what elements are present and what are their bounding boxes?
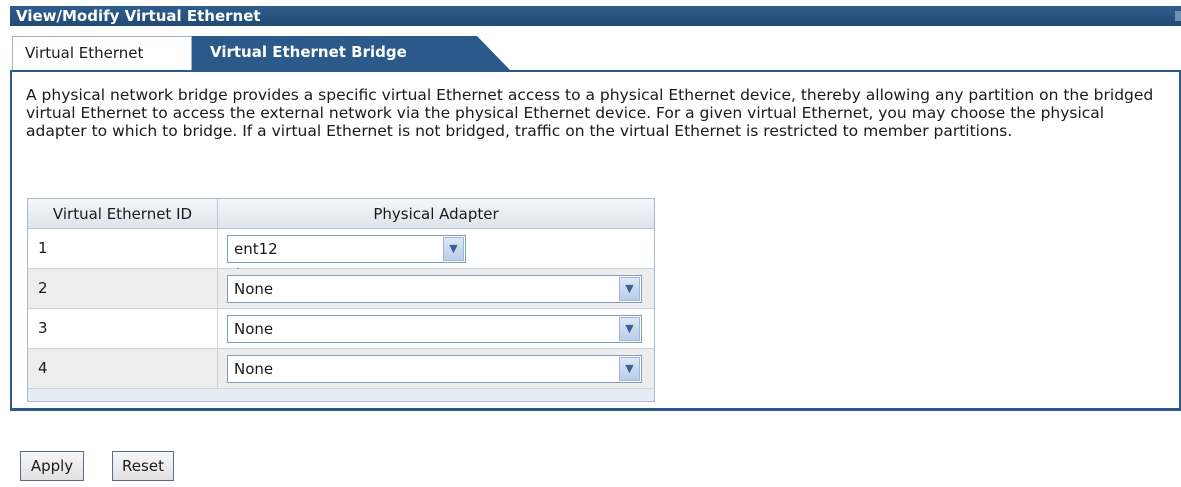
column-header-virtual-ethernet-id: Virtual Ethernet ID xyxy=(28,199,218,229)
tab-virtual-ethernet[interactable]: Virtual Ethernet xyxy=(12,36,192,70)
tab-virtual-ethernet-bridge[interactable]: Virtual Ethernet Bridge xyxy=(192,36,510,70)
chevron-down-icon[interactable]: ▼ xyxy=(443,237,464,261)
virtual-ethernet-id-cell: 3 xyxy=(28,309,218,348)
physical-adapter-select[interactable]: ent12 (U78A0.001.DNWHZWR-P1-C6-T1) ▼ xyxy=(227,235,466,310)
bridge-table: Virtual Ethernet ID Physical Adapter 1 e… xyxy=(27,198,655,402)
reset-button[interactable]: Reset xyxy=(112,451,174,481)
physical-adapter-value: None xyxy=(234,320,274,338)
bridge-description: A physical network bridge provides a spe… xyxy=(26,86,1154,140)
physical-adapter-value: None xyxy=(234,360,274,378)
physical-adapter-select[interactable]: None ▼ xyxy=(227,355,642,383)
window-title: View/Modify Virtual Ethernet xyxy=(16,7,261,25)
tab-bar: Virtual Ethernet Virtual Ethernet Bridge xyxy=(10,36,1181,70)
table-row: 1 ent12 (U78A0.001.DNWHZWR-P1-C6-T1) ▼ xyxy=(28,229,654,310)
title-bar-corner xyxy=(1175,11,1181,21)
table-row: 3 None ▼ xyxy=(28,309,654,349)
chevron-down-icon[interactable]: ▼ xyxy=(619,317,640,341)
table-row: 2 None ▼ xyxy=(28,269,654,309)
virtual-ethernet-id-cell: 4 xyxy=(28,349,218,388)
table-row: 4 None ▼ xyxy=(28,349,654,389)
apply-button[interactable]: Apply xyxy=(20,451,84,481)
physical-adapter-select[interactable]: None ▼ xyxy=(227,275,642,303)
window-title-bar: View/Modify Virtual Ethernet xyxy=(10,6,1181,26)
column-header-physical-adapter: Physical Adapter xyxy=(218,199,654,229)
chevron-down-icon[interactable]: ▼ xyxy=(619,277,640,301)
virtual-ethernet-id-cell: 1 xyxy=(28,229,218,268)
physical-adapter-select[interactable]: None ▼ xyxy=(227,315,642,343)
virtual-ethernet-id-cell: 2 xyxy=(28,269,218,308)
tab-panel: A physical network bridge provides a spe… xyxy=(10,70,1181,411)
chevron-down-icon[interactable]: ▼ xyxy=(619,357,640,381)
physical-adapter-value: None xyxy=(234,280,274,298)
